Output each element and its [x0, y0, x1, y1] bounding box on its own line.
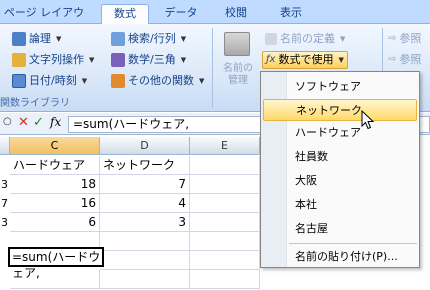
more-functions-icon [111, 74, 125, 88]
name-manager-button[interactable]: 名前の 管理 [218, 28, 258, 90]
enter-icon[interactable]: ✓ [33, 115, 44, 130]
tab-page-layout[interactable]: ページ レイアウト [2, 4, 86, 37]
mouse-pointer-icon [361, 110, 375, 130]
cell-e6[interactable] [190, 251, 260, 270]
chevron-down-icon: ▼ [180, 35, 187, 43]
menu-item-osaka[interactable]: 大阪 [263, 170, 417, 192]
cancel-icon[interactable]: ✕ [18, 115, 29, 130]
math-label: 数学/三角 [128, 53, 176, 66]
tab-review[interactable]: 校閲 [213, 4, 259, 24]
ribbon-tab-bar: ページ レイアウト 数式 データ 校閲 表示 [0, 0, 430, 37]
active-edit-cell[interactable]: =sum(ハードウェア, [8, 247, 104, 280]
menu-item-nagoya[interactable]: 名古屋 [263, 218, 417, 240]
insert-function-icon[interactable]: fx [50, 115, 61, 129]
cell-e1[interactable] [190, 156, 260, 175]
function-library-group-label: 関数ライブラリ [0, 98, 70, 109]
column-header-E[interactable]: E [190, 137, 260, 155]
datetime-functions-button[interactable]: 日付/時刻 ▼ [12, 72, 87, 90]
cell-b1[interactable] [0, 156, 10, 175]
define-name-button[interactable]: 名前の定義 ▼ [265, 30, 345, 48]
text-icon [12, 53, 26, 67]
column-header-B[interactable] [0, 137, 10, 155]
group-divider [212, 28, 213, 108]
text-label: 文字列操作 [29, 53, 84, 66]
cell-c2[interactable]: 18 [10, 175, 100, 194]
chevron-down-icon: ▼ [338, 56, 344, 64]
namebox-dropdown-icon[interactable]: ○ [3, 116, 12, 127]
trace-precedents-label: 参照 [399, 32, 422, 45]
cell-d2[interactable]: 7 [100, 175, 190, 194]
trace-dependents-button[interactable]: ⇨ 参照 [388, 51, 421, 69]
tab-data[interactable]: データ [158, 4, 204, 24]
cell-e4[interactable] [190, 213, 260, 232]
datetime-label: 日付/時刻 [29, 74, 77, 87]
name-manager-icon [224, 32, 250, 56]
name-manager-label-2: 管理 [228, 75, 248, 86]
cell-e2[interactable] [190, 175, 260, 194]
cell-c1[interactable]: ハードウェア [10, 156, 100, 175]
calendar-icon [12, 74, 26, 88]
cell-b4[interactable]: 3 [0, 213, 10, 232]
magnifier-book-icon [111, 32, 125, 46]
math-icon [111, 53, 125, 67]
more-label: その他の関数 [128, 74, 194, 87]
text-functions-button[interactable]: 文字列操作 ▼ [12, 51, 94, 69]
fx-small-icon: ƒx [266, 54, 276, 65]
use-in-formula-button[interactable]: ƒx 数式で使用 ▼ [262, 51, 348, 69]
menu-item-head-office[interactable]: 本社 [263, 194, 417, 216]
trace-icon: ⇨ [388, 54, 397, 65]
chevron-down-icon: ▼ [180, 56, 187, 64]
logical-label: 論理 [29, 32, 51, 45]
menu-item-software[interactable]: ソフトウェア [263, 76, 417, 98]
lookup-functions-button[interactable]: 検索/行列 ▼ [111, 30, 186, 48]
chevron-down-icon: ▼ [81, 77, 88, 85]
trace-icon: ⇨ [388, 33, 397, 44]
cell-d6[interactable] [100, 251, 190, 270]
cell-e3[interactable] [190, 194, 260, 213]
logical-functions-button[interactable]: 論理 ▼ [12, 30, 61, 48]
trace-precedents-button[interactable]: ⇨ 参照 [388, 30, 421, 48]
define-name-icon [265, 33, 277, 45]
menu-separator [289, 243, 417, 244]
cell-d3[interactable]: 4 [100, 194, 190, 213]
book-icon [12, 32, 26, 46]
trace-dependents-label: 参照 [399, 53, 422, 66]
chevron-down-icon: ▼ [56, 35, 62, 43]
cell-d4[interactable]: 3 [100, 213, 190, 232]
column-header-C[interactable]: C [10, 137, 100, 155]
chevron-down-icon: ▼ [199, 77, 205, 85]
menu-item-employees[interactable]: 社員数 [263, 146, 417, 168]
cell-b3[interactable]: 7 [0, 194, 10, 213]
use-in-formula-label: 数式で使用 [278, 53, 334, 66]
use-in-formula-menu: ソフトウェア ネットワーク ハードウェア 社員数 大阪 本社 名古屋 名前の貼り… [260, 71, 420, 268]
tab-view[interactable]: 表示 [268, 4, 314, 24]
name-manager-label-1: 名前の [223, 63, 253, 74]
cell-e7[interactable] [190, 270, 260, 289]
cell-c4[interactable]: 6 [10, 213, 100, 232]
chevron-down-icon: ▼ [340, 35, 346, 43]
math-functions-button[interactable]: 数学/三角 ▼ [111, 51, 186, 69]
menu-item-hardware[interactable]: ハードウェア [263, 122, 417, 144]
cell-d7[interactable] [100, 270, 190, 289]
cell-e5[interactable] [190, 232, 260, 251]
tab-formulas[interactable]: 数式 [101, 4, 149, 25]
column-header-D[interactable]: D [100, 137, 190, 155]
cell-c3[interactable]: 16 [10, 194, 100, 213]
chevron-down-icon: ▼ [89, 56, 95, 64]
cell-b2[interactable]: 3 [0, 175, 10, 194]
cell-d1[interactable]: ネットワーク [100, 156, 190, 175]
menu-item-paste-names[interactable]: 名前の貼り付け(P)... [263, 246, 417, 268]
define-name-label: 名前の定義 [280, 32, 335, 45]
lookup-label: 検索/行列 [128, 32, 176, 45]
menu-item-network[interactable]: ネットワーク [263, 99, 417, 121]
cell-d5[interactable] [100, 232, 190, 251]
more-functions-button[interactable]: その他の関数 ▼ [111, 72, 204, 90]
